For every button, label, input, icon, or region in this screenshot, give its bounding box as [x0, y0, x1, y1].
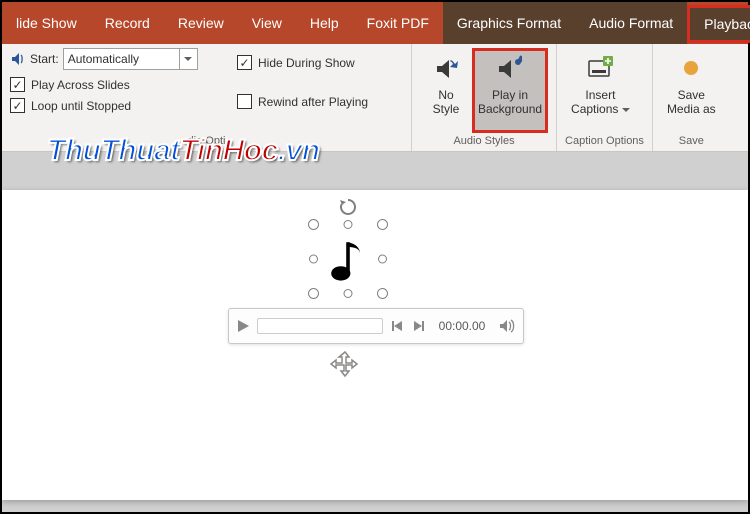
group-label: Audio Styles [420, 133, 548, 149]
button-label: No Style [433, 88, 460, 116]
save-media-icon [674, 52, 708, 86]
tab-label: Graphics Format [457, 15, 561, 31]
resize-handle[interactable] [308, 288, 319, 299]
resize-handle[interactable] [344, 289, 353, 298]
no-style-icon [429, 52, 463, 86]
skip-forward-button[interactable] [411, 320, 427, 332]
chevron-down-icon [622, 108, 630, 113]
group-save: Save Media as Save [653, 44, 730, 151]
resize-handle[interactable] [378, 255, 387, 264]
tab-graphics-format[interactable]: Graphics Format [443, 2, 575, 44]
play-in-background-button[interactable]: Play in Background [472, 48, 548, 133]
music-note-icon [324, 235, 372, 283]
tab-slideshow[interactable]: lide Show [2, 2, 91, 44]
play-button[interactable] [235, 318, 251, 334]
start-value: Automatically [68, 52, 139, 66]
checkbox-label: Play Across Slides [31, 78, 130, 92]
group-audio-options: Start: Automatically Play Across Slides … [2, 44, 412, 151]
button-label: Play in Background [478, 88, 542, 116]
tab-label: Playback [704, 16, 750, 32]
resize-handle[interactable] [377, 288, 388, 299]
group-caption-options: Insert Captions Caption Options [557, 44, 653, 151]
tab-review[interactable]: Review [164, 2, 238, 44]
tab-label: Review [178, 15, 224, 31]
chevron-down-icon [179, 49, 197, 69]
ribbon: Start: Automatically Play Across Slides … [2, 44, 748, 152]
checkbox-box [10, 77, 25, 92]
tab-label: View [252, 15, 282, 31]
skip-back-button[interactable] [389, 320, 405, 332]
resize-handle[interactable] [377, 219, 388, 230]
checkbox-label: Loop until Stopped [31, 99, 131, 113]
volume-button[interactable] [497, 319, 517, 333]
group-label: Caption Options [565, 133, 644, 149]
audio-object[interactable] [314, 225, 382, 293]
checkbox-play-across-slides[interactable]: Play Across Slides [10, 77, 215, 92]
rotate-handle-icon[interactable] [338, 197, 358, 217]
tab-audio-format[interactable]: Audio Format [575, 2, 687, 44]
save-media-as-button[interactable]: Save Media as [661, 48, 722, 133]
tab-foxit[interactable]: Foxit PDF [353, 2, 443, 44]
tab-label: Audio Format [589, 15, 673, 31]
no-style-button[interactable]: No Style [420, 48, 472, 133]
checkbox-rewind-after-playing[interactable]: Rewind after Playing [237, 94, 368, 109]
checkbox-box [237, 55, 252, 70]
tab-label: Help [310, 15, 339, 31]
tab-record[interactable]: Record [91, 2, 164, 44]
volume-icon[interactable] [10, 51, 26, 67]
group-label: dio Opti [10, 133, 403, 149]
slide-canvas[interactable]: 00:00.00 [2, 190, 748, 500]
checkbox-label: Rewind after Playing [258, 95, 368, 109]
resize-handle[interactable] [309, 255, 318, 264]
button-label: Save Media as [667, 88, 716, 116]
play-background-icon [493, 52, 527, 86]
resize-handle[interactable] [344, 220, 353, 229]
tab-label: lide Show [16, 15, 77, 31]
audio-player: 00:00.00 [228, 308, 524, 344]
group-label: Save [661, 133, 722, 149]
tab-label: Foxit PDF [367, 15, 429, 31]
start-label: Start: [30, 52, 59, 66]
checkbox-label: Hide During Show [258, 56, 355, 70]
tab-view[interactable]: View [238, 2, 296, 44]
time-display: 00:00.00 [433, 319, 491, 333]
group-audio-styles: No Style Play in Background Audio Styles [412, 44, 557, 151]
tab-help[interactable]: Help [296, 2, 353, 44]
checkbox-box [237, 94, 252, 109]
seek-track[interactable] [257, 318, 383, 334]
tab-playback[interactable]: Playback [687, 5, 750, 43]
move-cursor-icon [329, 350, 361, 382]
ribbon-tabbar: lide Show Record Review View Help Foxit … [2, 2, 748, 44]
start-dropdown[interactable]: Automatically [63, 48, 198, 70]
tab-label: Record [105, 15, 150, 31]
checkbox-hide-during-show[interactable]: Hide During Show [237, 55, 368, 70]
resize-handle[interactable] [308, 219, 319, 230]
checkbox-box [10, 98, 25, 113]
captions-icon [583, 52, 617, 86]
button-label: Insert Captions [571, 88, 630, 116]
checkbox-loop-until-stopped[interactable]: Loop until Stopped [10, 98, 215, 113]
insert-captions-button[interactable]: Insert Captions [565, 48, 636, 133]
